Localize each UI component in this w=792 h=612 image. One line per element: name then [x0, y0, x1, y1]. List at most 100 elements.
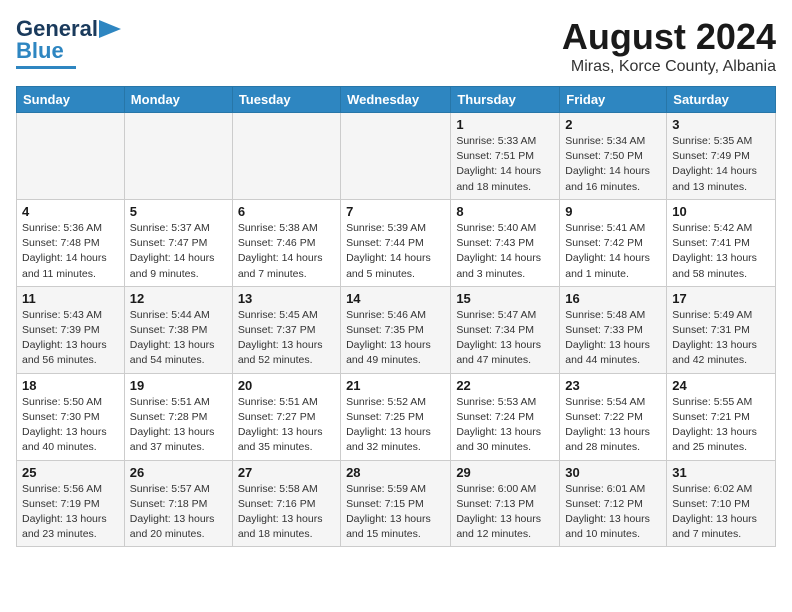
cell-week3-day5: 16 Sunrise: 5:48 AMSunset: 7:33 PMDayligh…: [560, 286, 667, 373]
cell-week2-day0: 4 Sunrise: 5:36 AMSunset: 7:48 PMDaylight…: [17, 199, 125, 286]
cell-week5-day3: 28Sunrise: 5:59 AMSunset: 7:15 PMDayligh…: [341, 460, 451, 547]
day-detail: Sunrise: 6:00 AMSunset: 7:13 PMDaylight:…: [456, 482, 554, 543]
day-number: 28: [346, 465, 445, 480]
day-detail: Sunrise: 5:40 AMSunset: 7:43 PMDaylight:…: [456, 221, 554, 282]
day-number: 15: [456, 291, 554, 306]
cell-week4-day5: 23Sunrise: 5:54 AMSunset: 7:22 PMDayligh…: [560, 373, 667, 460]
day-number: 18: [22, 378, 119, 393]
day-number: 2: [565, 117, 661, 132]
day-detail: Sunrise: 5:50 AMSunset: 7:30 PMDaylight:…: [22, 395, 119, 456]
week-row-3: 11 Sunrise: 5:43 AMSunset: 7:39 PMDayligh…: [17, 286, 776, 373]
cell-week3-day2: 13 Sunrise: 5:45 AMSunset: 7:37 PMDayligh…: [232, 286, 340, 373]
logo-underline: [16, 66, 76, 69]
day-number: 16: [565, 291, 661, 306]
day-number: 21: [346, 378, 445, 393]
cell-week5-day6: 31 Sunrise: 6:02 AMSunset: 7:10 PMDayligh…: [667, 460, 776, 547]
day-number: 19: [130, 378, 227, 393]
day-number: 5: [130, 204, 227, 219]
day-detail: Sunrise: 5:37 AMSunset: 7:47 PMDaylight:…: [130, 221, 227, 282]
day-detail: Sunrise: 5:49 AMSunset: 7:31 PMDaylight:…: [672, 308, 770, 369]
day-number: 12: [130, 291, 227, 306]
day-detail: Sunrise: 5:44 AMSunset: 7:38 PMDaylight:…: [130, 308, 227, 369]
cell-week2-day1: 5 Sunrise: 5:37 AMSunset: 7:47 PMDaylight…: [124, 199, 232, 286]
day-detail: Sunrise: 5:58 AMSunset: 7:16 PMDaylight:…: [238, 482, 335, 543]
cell-week4-day0: 18 Sunrise: 5:50 AMSunset: 7:30 PMDayligh…: [17, 373, 125, 460]
day-detail: Sunrise: 5:33 AMSunset: 7:51 PMDaylight:…: [456, 134, 554, 195]
day-number: 6: [238, 204, 335, 219]
calendar-table: Sunday Monday Tuesday Wednesday Thursday…: [16, 86, 776, 547]
day-detail: Sunrise: 5:34 AMSunset: 7:50 PMDaylight:…: [565, 134, 661, 195]
header-sunday: Sunday: [17, 87, 125, 113]
cell-week4-day1: 19 Sunrise: 5:51 AMSunset: 7:28 PMDayligh…: [124, 373, 232, 460]
day-detail: Sunrise: 5:51 AMSunset: 7:27 PMDaylight:…: [238, 395, 335, 456]
logo-arrow-icon: [99, 20, 121, 38]
day-detail: Sunrise: 5:38 AMSunset: 7:46 PMDaylight:…: [238, 221, 335, 282]
day-detail: Sunrise: 5:56 AMSunset: 7:19 PMDaylight:…: [22, 482, 119, 543]
day-detail: Sunrise: 5:54 AMSunset: 7:22 PMDaylight:…: [565, 395, 661, 456]
cell-week2-day6: 10Sunrise: 5:42 AMSunset: 7:41 PMDayligh…: [667, 199, 776, 286]
page-header: General Blue August 2024 Miras, Korce Co…: [16, 16, 776, 76]
calendar-title: August 2024: [562, 16, 776, 58]
day-number: 13: [238, 291, 335, 306]
cell-week5-day0: 25Sunrise: 5:56 AMSunset: 7:19 PMDayligh…: [17, 460, 125, 547]
day-number: 11: [22, 291, 119, 306]
day-detail: Sunrise: 5:51 AMSunset: 7:28 PMDaylight:…: [130, 395, 227, 456]
day-detail: Sunrise: 5:53 AMSunset: 7:24 PMDaylight:…: [456, 395, 554, 456]
cell-week1-day6: 3 Sunrise: 5:35 AMSunset: 7:49 PMDaylight…: [667, 113, 776, 200]
day-detail: Sunrise: 5:46 AMSunset: 7:35 PMDaylight:…: [346, 308, 445, 369]
cell-week1-day0: [17, 113, 125, 200]
cell-week4-day4: 22Sunrise: 5:53 AMSunset: 7:24 PMDayligh…: [451, 373, 560, 460]
day-detail: Sunrise: 5:35 AMSunset: 7:49 PMDaylight:…: [672, 134, 770, 195]
day-number: 3: [672, 117, 770, 132]
cell-week5-day1: 26 Sunrise: 5:57 AMSunset: 7:18 PMDayligh…: [124, 460, 232, 547]
day-detail: Sunrise: 5:36 AMSunset: 7:48 PMDaylight:…: [22, 221, 119, 282]
cell-week1-day5: 2 Sunrise: 5:34 AMSunset: 7:50 PMDaylight…: [560, 113, 667, 200]
calendar-subtitle: Miras, Korce County, Albania: [562, 58, 776, 76]
cell-week2-day4: 8Sunrise: 5:40 AMSunset: 7:43 PMDaylight…: [451, 199, 560, 286]
day-number: 30: [565, 465, 661, 480]
day-detail: Sunrise: 5:47 AMSunset: 7:34 PMDaylight:…: [456, 308, 554, 369]
cell-week3-day1: 12 Sunrise: 5:44 AMSunset: 7:38 PMDayligh…: [124, 286, 232, 373]
day-detail: Sunrise: 5:39 AMSunset: 7:44 PMDaylight:…: [346, 221, 445, 282]
week-row-1: 1 Sunrise: 5:33 AMSunset: 7:51 PMDaylight…: [17, 113, 776, 200]
day-number: 9: [565, 204, 661, 219]
cell-week5-day4: 29 Sunrise: 6:00 AMSunset: 7:13 PMDayligh…: [451, 460, 560, 547]
cell-week3-day0: 11 Sunrise: 5:43 AMSunset: 7:39 PMDayligh…: [17, 286, 125, 373]
day-number: 7: [346, 204, 445, 219]
day-number: 17: [672, 291, 770, 306]
cell-week3-day6: 17 Sunrise: 5:49 AMSunset: 7:31 PMDayligh…: [667, 286, 776, 373]
cell-week2-day5: 9 Sunrise: 5:41 AMSunset: 7:42 PMDaylight…: [560, 199, 667, 286]
day-number: 20: [238, 378, 335, 393]
day-detail: Sunrise: 5:45 AMSunset: 7:37 PMDaylight:…: [238, 308, 335, 369]
weekday-header-row: Sunday Monday Tuesday Wednesday Thursday…: [17, 87, 776, 113]
header-monday: Monday: [124, 87, 232, 113]
day-number: 31: [672, 465, 770, 480]
day-detail: Sunrise: 5:48 AMSunset: 7:33 PMDaylight:…: [565, 308, 661, 369]
day-detail: Sunrise: 5:41 AMSunset: 7:42 PMDaylight:…: [565, 221, 661, 282]
day-number: 1: [456, 117, 554, 132]
cell-week1-day4: 1 Sunrise: 5:33 AMSunset: 7:51 PMDaylight…: [451, 113, 560, 200]
day-number: 26: [130, 465, 227, 480]
header-saturday: Saturday: [667, 87, 776, 113]
cell-week3-day4: 15 Sunrise: 5:47 AMSunset: 7:34 PMDayligh…: [451, 286, 560, 373]
day-detail: Sunrise: 5:55 AMSunset: 7:21 PMDaylight:…: [672, 395, 770, 456]
day-detail: Sunrise: 5:43 AMSunset: 7:39 PMDaylight:…: [22, 308, 119, 369]
day-detail: Sunrise: 6:01 AMSunset: 7:12 PMDaylight:…: [565, 482, 661, 543]
day-detail: Sunrise: 5:57 AMSunset: 7:18 PMDaylight:…: [130, 482, 227, 543]
cell-week1-day1: [124, 113, 232, 200]
cell-week2-day3: 7 Sunrise: 5:39 AMSunset: 7:44 PMDaylight…: [341, 199, 451, 286]
day-number: 29: [456, 465, 554, 480]
week-row-2: 4 Sunrise: 5:36 AMSunset: 7:48 PMDaylight…: [17, 199, 776, 286]
day-number: 14: [346, 291, 445, 306]
header-wednesday: Wednesday: [341, 87, 451, 113]
day-number: 4: [22, 204, 119, 219]
cell-week4-day6: 24Sunrise: 5:55 AMSunset: 7:21 PMDayligh…: [667, 373, 776, 460]
cell-week4-day3: 21 Sunrise: 5:52 AMSunset: 7:25 PMDayligh…: [341, 373, 451, 460]
cell-week3-day3: 14 Sunrise: 5:46 AMSunset: 7:35 PMDayligh…: [341, 286, 451, 373]
day-number: 27: [238, 465, 335, 480]
day-detail: Sunrise: 5:52 AMSunset: 7:25 PMDaylight:…: [346, 395, 445, 456]
day-detail: Sunrise: 5:42 AMSunset: 7:41 PMDaylight:…: [672, 221, 770, 282]
day-detail: Sunrise: 6:02 AMSunset: 7:10 PMDaylight:…: [672, 482, 770, 543]
logo: General Blue: [16, 16, 121, 69]
cell-week1-day3: [341, 113, 451, 200]
